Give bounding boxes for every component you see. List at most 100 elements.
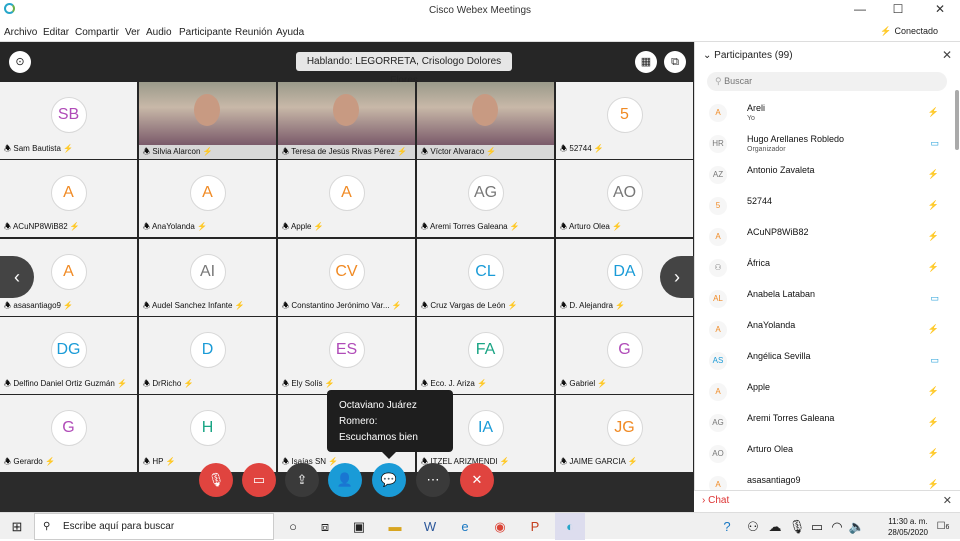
avatar: DA	[606, 254, 643, 290]
participant-tile[interactable]: 5 🕭 52744 ⚡	[556, 82, 693, 159]
chat-button[interactable]: 💬	[372, 463, 406, 497]
participant-row[interactable]: AZ Antonio Zavaleta ⚡	[695, 160, 953, 191]
chat-notification[interactable]: Octaviano Juárez Romero: Escuchamos bien	[327, 390, 453, 459]
video-icon[interactable]: ▭	[930, 355, 939, 366]
participant-row[interactable]: HR Hugo Arellanes Robledo Organizador ▭	[695, 129, 953, 160]
participant-search[interactable]: ⚲	[707, 72, 947, 91]
chat-close-icon[interactable]: ✕	[943, 494, 952, 507]
participant-tile[interactable]: AG 🕭 Aremi Torres Galeana ⚡	[417, 160, 554, 237]
file-explorer-icon[interactable]: ▬	[380, 513, 410, 540]
participant-row[interactable]: AG Aremi Torres Galeana ⚡	[695, 408, 953, 439]
participant-tile[interactable]: A 🕭 Apple ⚡	[278, 160, 415, 237]
info-icon[interactable]: ⊙	[9, 51, 31, 73]
menu-reunion[interactable]: Reunión	[235, 27, 272, 38]
muted-icon[interactable]: ⚡	[928, 386, 939, 397]
participant-tile[interactable]: ES 🕭 Ely Solís ⚡	[278, 317, 415, 394]
participant-tile[interactable]: H 🕭 HP ⚡	[139, 395, 276, 472]
muted-icon[interactable]: ⚡	[928, 200, 939, 211]
video-button[interactable]: ▭	[242, 463, 276, 497]
grid-layout-icon[interactable]: ▦	[635, 51, 657, 73]
audio-icon: 🕭	[560, 301, 570, 310]
panel-close-icon[interactable]: ✕	[942, 48, 952, 62]
menu-audio[interactable]: Audio	[146, 27, 172, 38]
chat-message: Escuchamos bien	[339, 432, 418, 443]
participant-row[interactable]: 5 52744 ⚡	[695, 191, 953, 222]
muted-icon[interactable]: ⚡	[928, 231, 939, 242]
participant-tile[interactable]: 🕭 Víctor Alvaraco ⚡	[417, 82, 554, 159]
participant-row[interactable]: A ACuNP8WiB82 ⚡	[695, 222, 953, 253]
close-button[interactable]: ✕	[930, 2, 950, 16]
next-page-icon[interactable]: ›	[660, 256, 694, 298]
video-icon[interactable]: ▭	[930, 293, 939, 304]
menu-compartir[interactable]: Compartir	[75, 27, 119, 38]
participant-row[interactable]: A AnaYolanda ⚡	[695, 315, 953, 346]
muted-icon[interactable]: ⚡	[928, 169, 939, 180]
participant-tile[interactable]: G 🕭 Gabriel ⚡	[556, 317, 693, 394]
participant-tile[interactable]: SB 🕭 Sam Bautista ⚡	[0, 82, 137, 159]
participant-tile[interactable]: AO 🕭 Arturo Olea ⚡	[556, 160, 693, 237]
more-button[interactable]: ⋯	[416, 463, 450, 497]
chevron-down-icon[interactable]: ⌄	[703, 50, 714, 61]
participant-tile[interactable]: DG 🕭 Delfino Daniel Ortiz Guzmán ⚡	[0, 317, 137, 394]
participant-row[interactable]: A Apple ⚡	[695, 377, 953, 408]
volume-icon[interactable]: 🔈	[842, 513, 872, 540]
minimize-button[interactable]: —	[850, 2, 870, 16]
muted-icon[interactable]: ⚡	[928, 262, 939, 273]
participant-tile[interactable]: 🕭 Teresa de Jesús Rivas Pérez ⚡	[278, 82, 415, 159]
participant-avatar: A	[709, 228, 727, 246]
participant-tile[interactable]: AI 🕭 Audel Sanchez Infante ⚡	[139, 239, 276, 316]
audio-icon: 🕭	[4, 301, 14, 310]
participant-tile[interactable]: JG 🕭 JAIME GARCIA ⚡	[556, 395, 693, 472]
menu-ver[interactable]: Ver	[125, 27, 140, 38]
edge-icon[interactable]: e	[450, 513, 480, 540]
muted-icon[interactable]: ⚡	[928, 324, 939, 335]
taskbar-search[interactable]: ⚲ Escribe aquí para buscar	[34, 513, 274, 540]
participant-tile[interactable]: A 🕭 AnaYolanda ⚡	[139, 160, 276, 237]
participant-name-bar: 🕭 Aremi Torres Galeana ⚡	[421, 221, 552, 235]
chrome-icon[interactable]: ◉	[485, 513, 515, 540]
notification-icon[interactable]: ☐6	[928, 513, 958, 540]
windows-start-icon[interactable]: ⊞	[2, 513, 32, 540]
participant-tile[interactable]: CL 🕭 Cruz Vargas de León ⚡	[417, 239, 554, 316]
participant-row[interactable]: A Areli Yo ⚡	[695, 98, 953, 129]
menu-ayuda[interactable]: Ayuda	[276, 27, 304, 38]
participant-row[interactable]: AO Arturo Olea ⚡	[695, 439, 953, 470]
leave-button[interactable]: ✕	[460, 463, 494, 497]
pip-icon[interactable]: ⧉	[664, 51, 686, 73]
chat-section[interactable]: › Chat ✕	[694, 490, 960, 512]
webex-taskbar-icon[interactable]: ◐	[555, 513, 585, 540]
maximize-button[interactable]: ☐	[888, 2, 908, 16]
word-icon[interactable]: W	[415, 513, 445, 540]
panel-scrollbar[interactable]	[955, 90, 959, 150]
system-clock[interactable]: 11:30 a. m. 28/05/2020	[888, 516, 928, 538]
participant-name: Hugo Arellanes Robledo	[747, 134, 845, 144]
audio-icon: 🕭	[421, 379, 431, 388]
menu-editar[interactable]: Editar	[43, 27, 69, 38]
muted-icon[interactable]: ⚡	[928, 417, 939, 428]
share-button[interactable]: ⇪	[285, 463, 319, 497]
cortana-icon[interactable]: ○	[278, 513, 308, 540]
powerpoint-icon[interactable]: P	[520, 513, 550, 540]
participant-tile[interactable]: G 🕭 Gerardo ⚡	[0, 395, 137, 472]
participant-row[interactable]: AS Angélica Sevilla ▭	[695, 346, 953, 377]
muted-icon[interactable]: ⚡	[928, 448, 939, 459]
video-icon[interactable]: ▭	[930, 138, 939, 149]
task-view-icon[interactable]: ⧈	[310, 513, 340, 540]
store-icon[interactable]: ▣	[344, 513, 374, 540]
participant-tile[interactable]: D 🕭 DrRicho ⚡	[139, 317, 276, 394]
mute-button[interactable]: 🎙	[199, 463, 233, 497]
participant-tile[interactable]: FA 🕭 Eco. J. Ariza ⚡	[417, 317, 554, 394]
participant-tile[interactable]: A 🕭 ACuNP8WiB82 ⚡	[0, 160, 137, 237]
muted-icon: ⚡	[505, 301, 518, 310]
muted-icon[interactable]: ⚡	[928, 479, 939, 490]
participant-row[interactable]: ⚇ África ⚡	[695, 253, 953, 284]
search-input[interactable]	[724, 76, 925, 86]
participant-tile[interactable]: CV 🕭 Constantino Jerónimo Var... ⚡	[278, 239, 415, 316]
participants-button[interactable]: 👤	[328, 463, 362, 497]
muted-icon[interactable]: ⚡	[928, 107, 939, 118]
menu-archivo[interactable]: Archivo	[4, 27, 37, 38]
avatar: JG	[606, 410, 643, 446]
participant-row[interactable]: AL Anabela Lataban ▭	[695, 284, 953, 315]
menu-participante[interactable]: Participante	[179, 27, 232, 38]
participant-tile[interactable]: 🕭 Silvia Alarcon ⚡	[139, 82, 276, 159]
